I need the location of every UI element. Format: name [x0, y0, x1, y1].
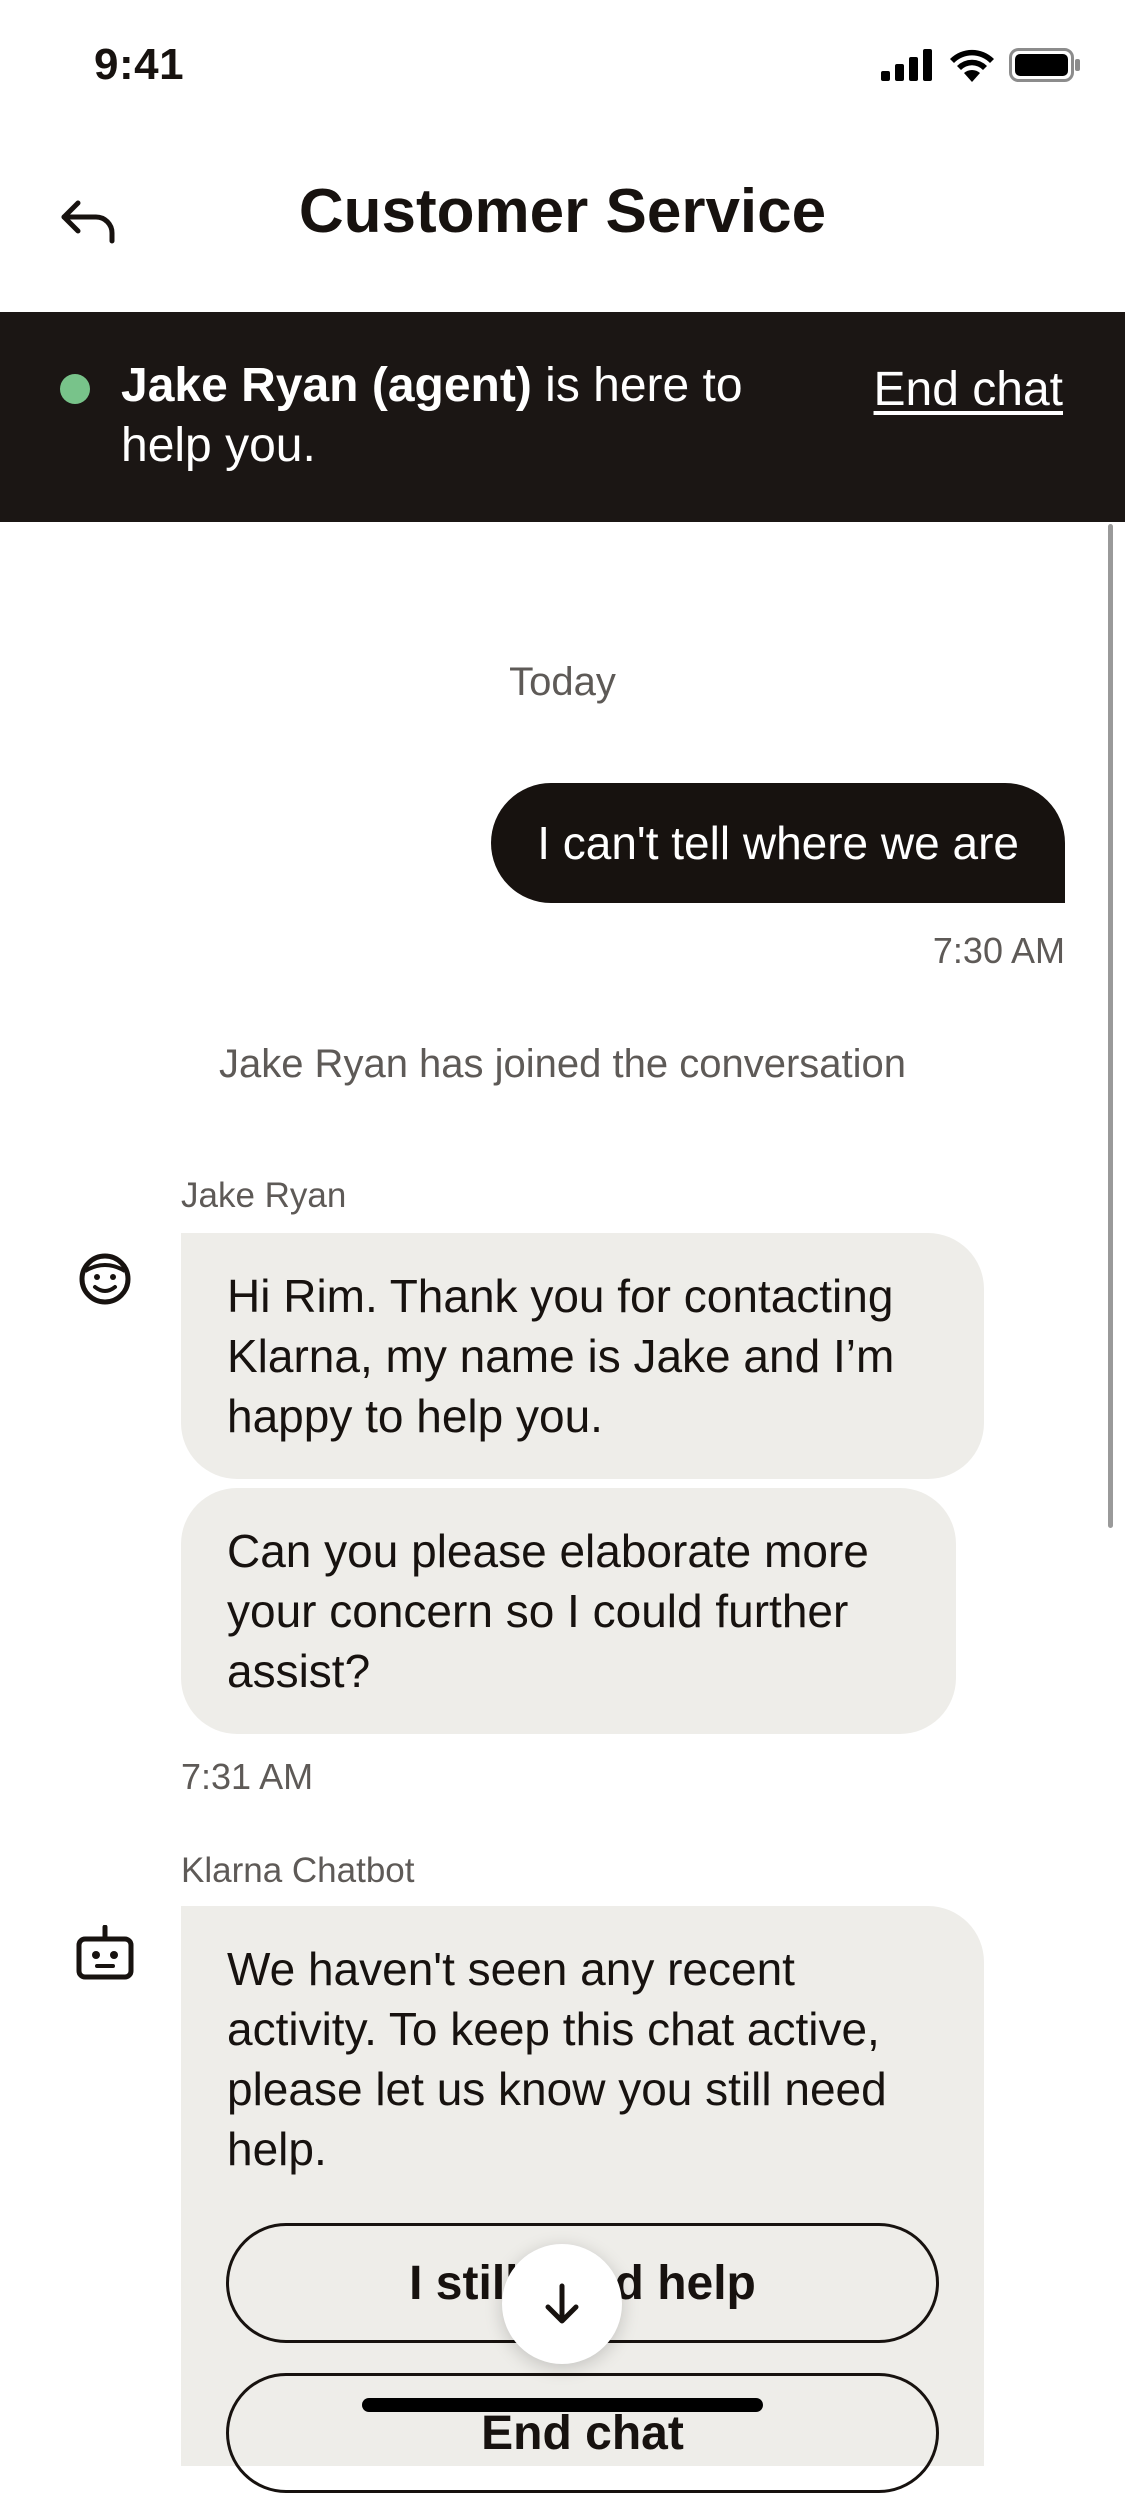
end-chat-link[interactable]: End chat [874, 362, 1063, 417]
status-icons [881, 48, 1081, 82]
bot-message-text: We haven't seen any recent activity. To … [227, 1943, 887, 2175]
banner-message: Jake Ryan (agent) is here to help you. [121, 356, 761, 476]
end-chat-button[interactable]: End chat [226, 2373, 939, 2493]
banner-agent-name: Jake Ryan (agent) [121, 359, 532, 412]
user-message-bubble: I can't tell where we are [491, 783, 1065, 903]
home-indicator[interactable] [362, 2398, 763, 2412]
date-separator: Today [509, 660, 616, 704]
agent-message-bubble: Hi Rim. Thank you for contacting Klarna,… [181, 1233, 984, 1479]
robot-icon [74, 1922, 136, 1984]
agent-message-text: Can you please elaborate more your conce… [227, 1525, 869, 1697]
agent-avatar-icon [74, 1248, 136, 1310]
agent-message-text: Hi Rim. Thank you for contacting Klarna,… [227, 1270, 895, 1442]
agent-message-bubble: Can you please elaborate more your conce… [181, 1488, 956, 1734]
cellular-signal-icon [881, 49, 932, 81]
user-message-time: 7:30 AM [932, 930, 1065, 971]
user-message-text: I can't tell where we are [537, 817, 1019, 869]
agent-sender-name: Jake Ryan [181, 1176, 347, 1215]
online-status-dot [60, 374, 90, 404]
wifi-icon [950, 49, 994, 82]
agent-message-time: 7:31 AM [181, 1756, 314, 1797]
bot-sender-name: Klarna Chatbot [181, 1851, 415, 1890]
arrow-down-icon [545, 2283, 579, 2324]
status-time: 9:41 [94, 40, 185, 89]
battery-icon [1009, 48, 1080, 82]
page-title: Customer Service [298, 177, 827, 246]
scroll-to-bottom-button[interactable] [502, 2244, 622, 2364]
agent-joined-notice: Jake Ryan has joined the conversation [218, 1042, 907, 1086]
